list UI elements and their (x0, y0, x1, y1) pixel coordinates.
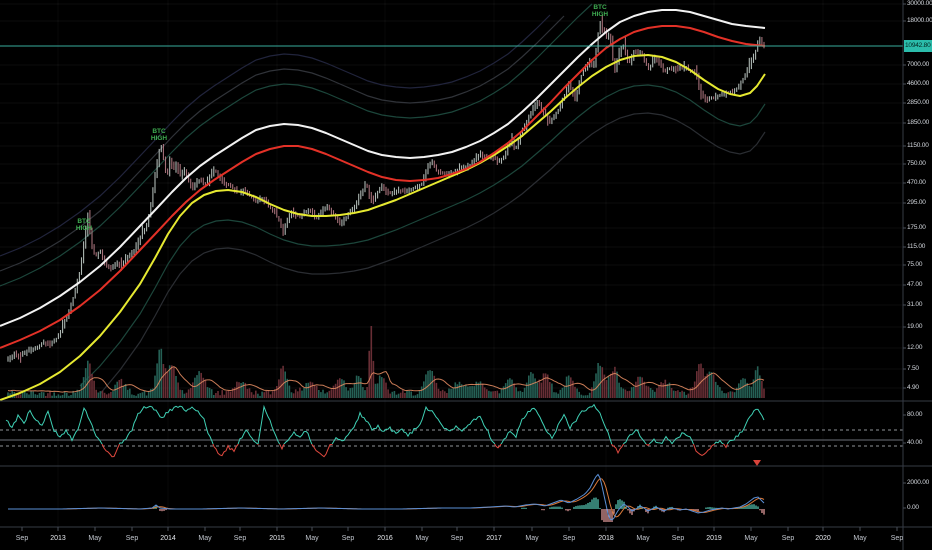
price-axis-label: 470.00 (907, 179, 926, 186)
time-axis-label: Sep (781, 535, 795, 542)
macd-axis-label: 2000.00 (907, 479, 930, 486)
time-axis-label: May (853, 535, 867, 542)
time-axis-label: 2015 (269, 535, 285, 542)
time-axis-label: May (305, 535, 319, 542)
chart-root: 10942.80 30000.00 18000.00 7000.00 4600.00 2… (0, 0, 932, 550)
time-axis-label: May (88, 535, 102, 542)
btc-high-label: BTC HIGH (150, 128, 168, 142)
time-axis-label: Sep (671, 535, 685, 542)
price-axis-label: 31.00 (907, 301, 923, 308)
price-axis-label: 47.00 (907, 281, 923, 288)
price-axis-label: 7.50 (907, 365, 919, 372)
price-axis-label: 12.00 (907, 344, 923, 351)
price-axis-label: 30000.00 (907, 0, 932, 7)
oscillator-axis-label: 80.00 (907, 411, 923, 418)
time-axis-label: 2017 (486, 535, 502, 542)
price-axis-label: 175.00 (907, 224, 926, 231)
time-axis-label: May (198, 535, 212, 542)
time-axis-label: Sep (562, 535, 576, 542)
price-axis-label: 4.90 (907, 384, 919, 391)
time-axis-label: 2019 (706, 535, 722, 542)
price-axis-label: 115.00 (907, 243, 926, 250)
time-axis-label: 2013 (50, 535, 66, 542)
last-price-tag: 10942.80 (904, 40, 932, 52)
macd-pane[interactable] (0, 467, 903, 527)
price-axis-label: 75.00 (907, 261, 923, 268)
time-axis-label: May (415, 535, 429, 542)
price-axis-label: 4600.00 (907, 80, 930, 87)
oscillator-pane[interactable] (0, 402, 903, 466)
price-axis-label: 750.00 (907, 160, 926, 167)
time-axis-label: 2016 (377, 535, 393, 542)
price-axis-label: 2850.00 (907, 99, 930, 106)
time-axis-label: 2014 (160, 535, 176, 542)
price-axis-label: 1150.00 (907, 142, 929, 149)
time-axis-label: Sep (890, 535, 904, 542)
main-price-pane[interactable] (0, 0, 903, 401)
btc-high-label: BTC HIGH (75, 218, 93, 232)
time-axis-label: Sep (450, 535, 464, 542)
time-axis-label: Sep (341, 535, 355, 542)
time-axis-label: Sep (233, 535, 247, 542)
time-axis-label: Sep (125, 535, 139, 542)
btc-high-label: BTC HIGH (591, 4, 609, 18)
price-axis-label: 1850.00 (907, 119, 930, 126)
time-axis-label: May (636, 535, 650, 542)
price-axis-label: 18000.00 (907, 17, 932, 24)
oscillator-axis-label: 40.00 (907, 439, 923, 446)
time-axis-label: 2020 (815, 535, 831, 542)
macd-axis-label: 0.00 (907, 504, 919, 511)
price-axis-label: 7000.00 (907, 61, 930, 68)
pane-divider-main-oscillator[interactable] (0, 400, 903, 403)
price-axis-label: 19.00 (907, 323, 923, 330)
time-axis-label: Sep (15, 535, 29, 542)
time-axis-label: 2018 (598, 535, 614, 542)
pane-divider-oscillator-macd[interactable] (0, 465, 903, 468)
price-axis-label: 295.00 (907, 199, 926, 206)
time-axis-label: May (525, 535, 539, 542)
time-axis-label: May (744, 535, 758, 542)
